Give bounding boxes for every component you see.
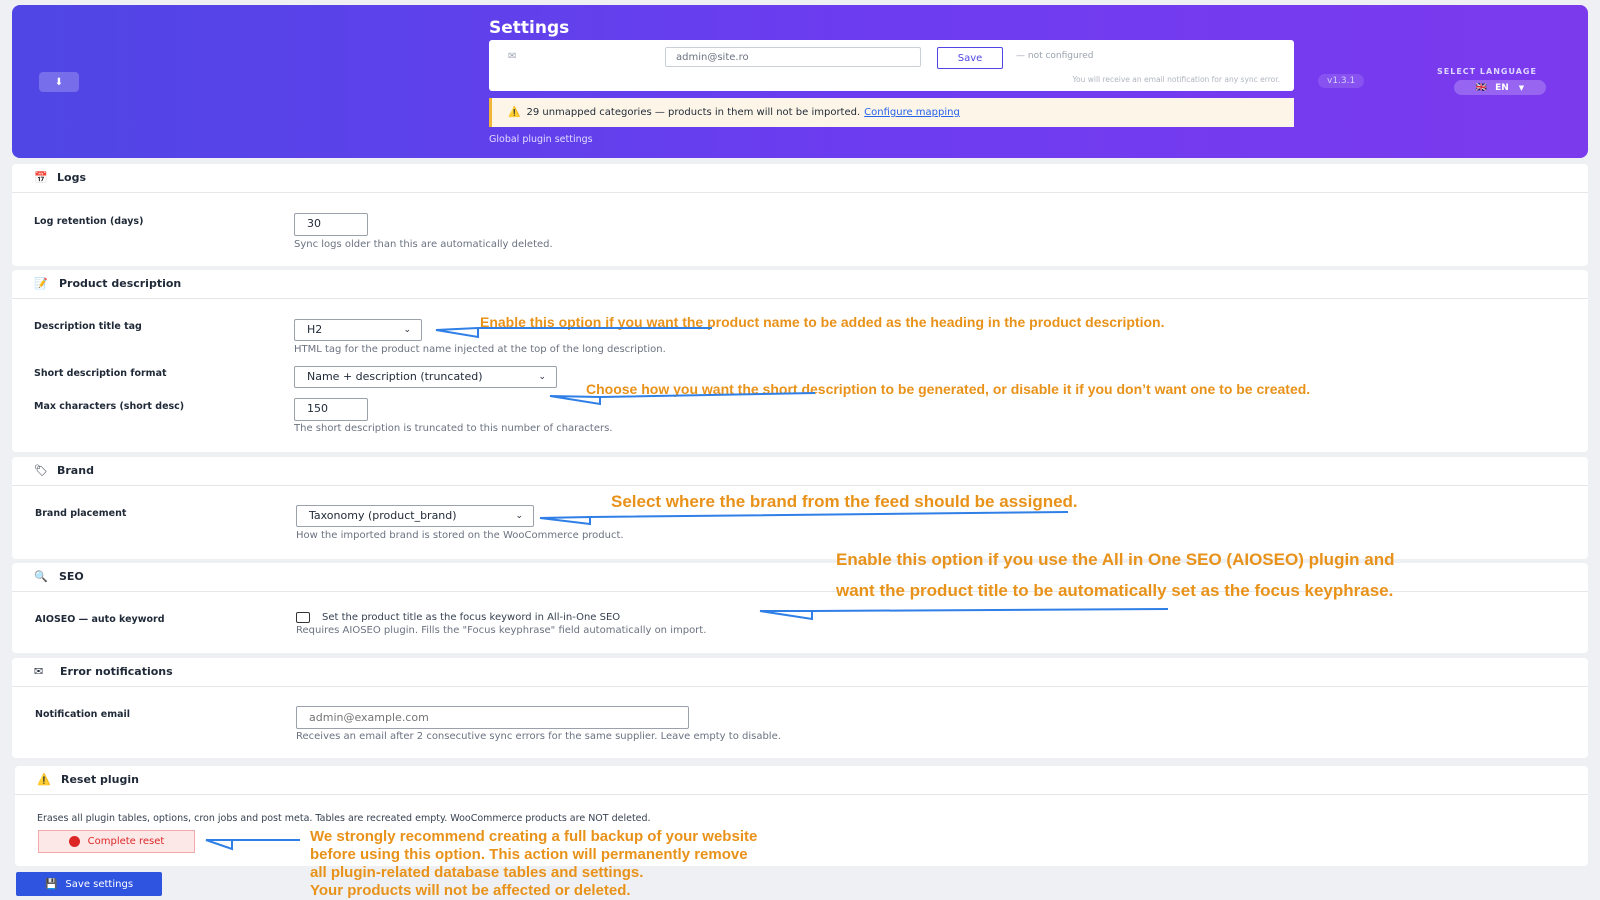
arrow-reset: [205, 839, 300, 851]
arrow-short-desc: [549, 392, 816, 406]
arrow-brand: [539, 511, 1069, 526]
annotation-arrows: [205, 326, 1169, 851]
arrow-title-tag: [435, 326, 712, 339]
arrow-seo: [759, 608, 1169, 621]
